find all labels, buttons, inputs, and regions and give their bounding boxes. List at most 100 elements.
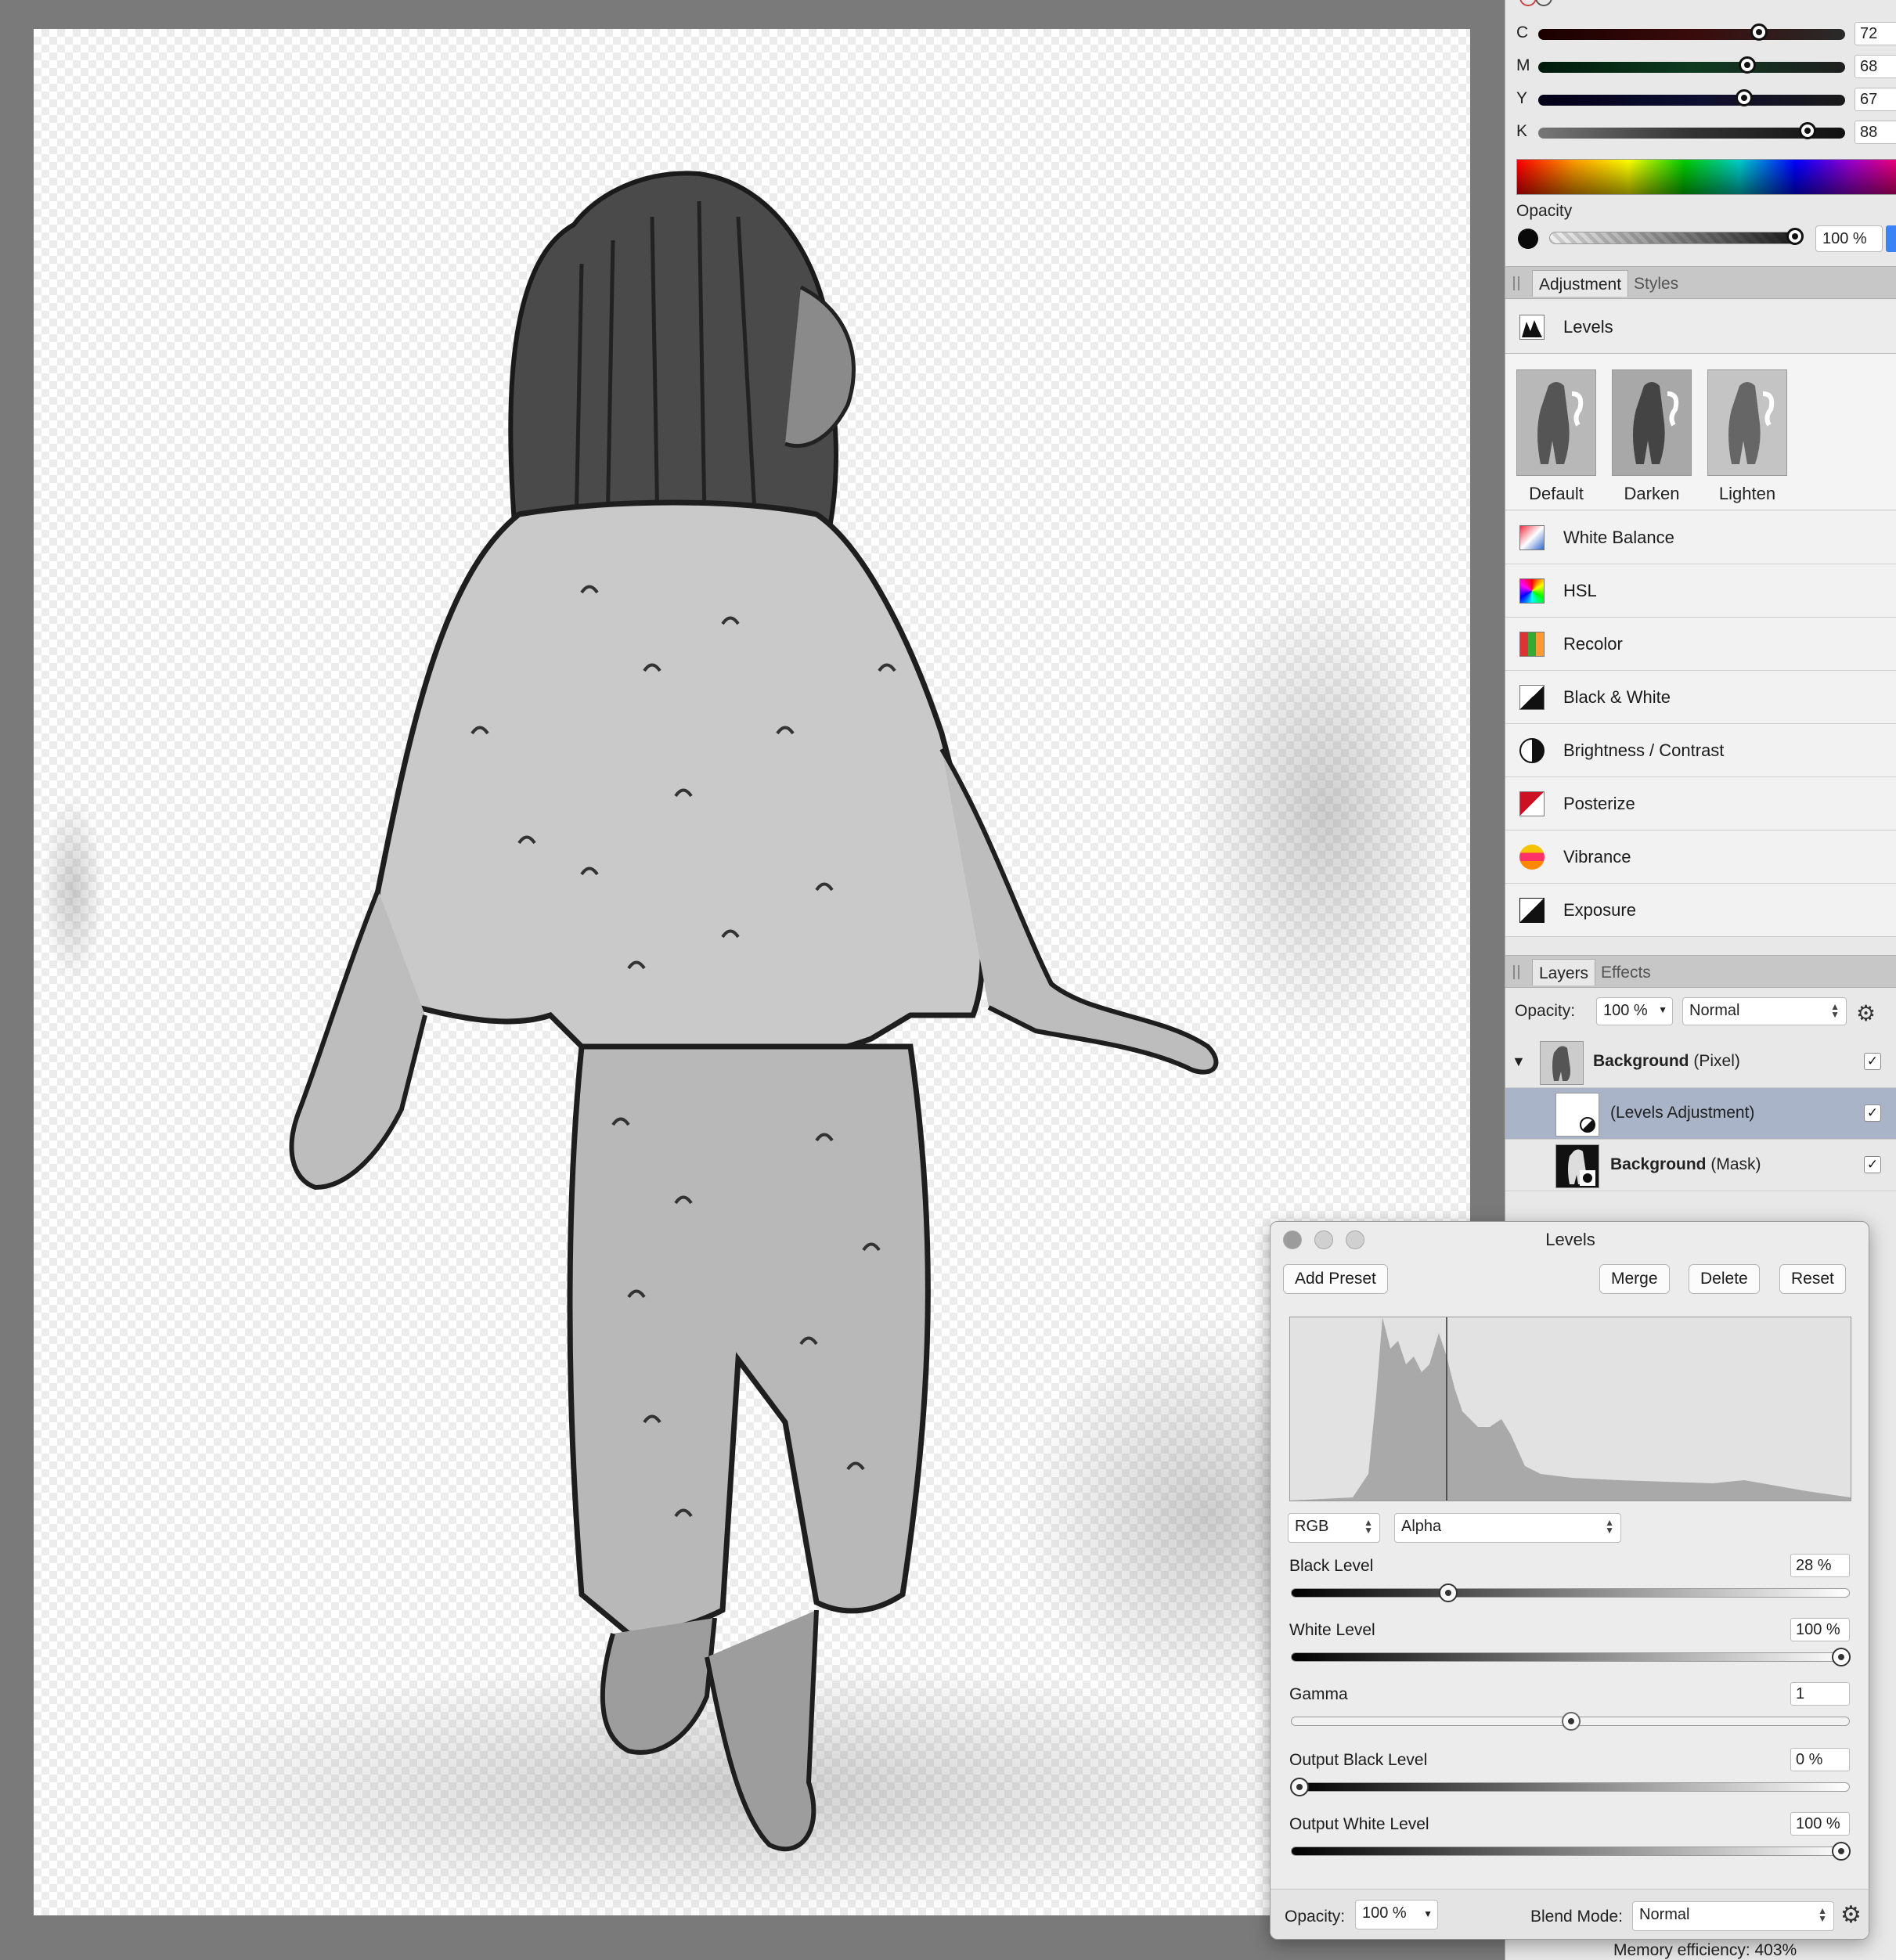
channel-value: RGB bbox=[1295, 1518, 1329, 1535]
slider-knob[interactable] bbox=[1786, 228, 1804, 245]
adjustment-posterize[interactable]: Posterize bbox=[1505, 777, 1896, 830]
channel-y-value[interactable]: 67 bbox=[1855, 88, 1896, 111]
blend-mode-label: Blend Mode: bbox=[1530, 1908, 1623, 1926]
white-level-slider[interactable] bbox=[1291, 1648, 1851, 1666]
black-level-slider[interactable] bbox=[1291, 1583, 1850, 1602]
layers-tabbar: Layers Effects bbox=[1505, 955, 1896, 988]
stepper-arrows-icon: ▲ ▼ bbox=[1818, 1905, 1827, 1924]
white-level-label: White Level bbox=[1289, 1621, 1375, 1639]
channel-y-slider[interactable] bbox=[1538, 89, 1845, 106]
layers-blend-mode-select[interactable]: Normal ▲ ▼ bbox=[1682, 997, 1847, 1025]
adjustment-hsl[interactable]: HSL bbox=[1505, 564, 1896, 618]
mode-select[interactable]: Alpha ▲ ▼ bbox=[1394, 1513, 1621, 1543]
output-black-level-label: Output Black Level bbox=[1289, 1751, 1428, 1769]
gear-icon[interactable]: ⚙ bbox=[1856, 1000, 1876, 1026]
dialog-opacity-field[interactable]: 100 % ▼ bbox=[1355, 1900, 1438, 1929]
merge-button[interactable]: Merge bbox=[1599, 1264, 1670, 1294]
dialog-blend-mode-select[interactable]: Normal ▲ ▼ bbox=[1632, 1901, 1834, 1931]
slider-knob[interactable] bbox=[1439, 1583, 1458, 1602]
gear-icon[interactable]: ⚙ bbox=[1840, 1901, 1862, 1929]
output-black-level-slider[interactable] bbox=[1290, 1778, 1850, 1796]
slider-knob[interactable] bbox=[1832, 1648, 1851, 1666]
channel-c-slider[interactable] bbox=[1538, 23, 1845, 41]
stepper-arrows-icon: ▲ ▼ bbox=[1605, 1517, 1614, 1536]
levels-dialog: Levels Add Preset Merge Delete Reset RGB… bbox=[1270, 1221, 1869, 1940]
tab-adjustment[interactable]: Adjustment bbox=[1532, 270, 1629, 297]
output-white-level-slider[interactable] bbox=[1291, 1842, 1851, 1861]
sketch-artwork bbox=[41, 171, 1466, 1915]
tab-layers[interactable]: Layers bbox=[1532, 959, 1596, 985]
layer-visibility-checkbox[interactable]: ✓ bbox=[1864, 1104, 1881, 1122]
color-spectrum[interactable] bbox=[1516, 159, 1896, 195]
preset-label-darken: Darken bbox=[1624, 484, 1680, 503]
tab-styles[interactable]: Styles bbox=[1627, 270, 1685, 297]
output-black-level-field[interactable]: 0 % bbox=[1790, 1748, 1850, 1771]
layer-type: (Pixel) bbox=[1693, 1052, 1740, 1070]
adjustment-black-white[interactable]: Black & White bbox=[1505, 671, 1896, 724]
channel-select[interactable]: RGB ▲ ▼ bbox=[1288, 1513, 1380, 1543]
expand-triangle-icon[interactable]: ▼ bbox=[1512, 1054, 1526, 1070]
gamma-slider[interactable] bbox=[1291, 1712, 1850, 1731]
channel-k-slider[interactable] bbox=[1538, 122, 1845, 139]
tab-effects[interactable]: Effects bbox=[1595, 959, 1657, 985]
layer-row-background-pixel[interactable]: ▼ Background (Pixel) ✓ bbox=[1505, 1036, 1896, 1088]
dropdown-arrow-icon: ▼ bbox=[1423, 1908, 1433, 1919]
mode-value: Alpha bbox=[1401, 1518, 1442, 1535]
adjustment-brightness-contrast[interactable]: Brightness / Contrast bbox=[1505, 724, 1896, 777]
histogram bbox=[1289, 1317, 1851, 1501]
adjustment-label: White Balance bbox=[1563, 528, 1674, 547]
layer-visibility-checkbox[interactable]: ✓ bbox=[1864, 1156, 1881, 1173]
layers-opacity-field[interactable]: 100 % ▼ bbox=[1596, 997, 1673, 1025]
exposure-icon bbox=[1519, 898, 1545, 923]
layer-row-background-mask[interactable]: Background (Mask) ✓ bbox=[1505, 1140, 1896, 1191]
adjustment-recolor[interactable]: Recolor bbox=[1505, 618, 1896, 671]
brightness-contrast-icon bbox=[1519, 738, 1545, 763]
gamma-label: Gamma bbox=[1289, 1685, 1348, 1703]
channel-m-value[interactable]: 68 bbox=[1855, 55, 1896, 78]
layer-name: Background (Mask) bbox=[1610, 1155, 1761, 1174]
channel-c-value[interactable]: 72 bbox=[1855, 22, 1896, 45]
slider-knob[interactable] bbox=[1832, 1842, 1851, 1861]
dialog-blend-mode-value: Normal bbox=[1639, 1906, 1690, 1923]
adjustment-white-balance[interactable]: White Balance bbox=[1505, 511, 1896, 564]
reset-button[interactable]: Reset bbox=[1779, 1264, 1846, 1294]
adjustment-exposure[interactable]: Exposure bbox=[1505, 884, 1896, 937]
layer-row-levels-adjustment[interactable]: (Levels Adjustment) ✓ bbox=[1505, 1088, 1896, 1140]
slider-knob[interactable] bbox=[1739, 56, 1756, 74]
preset-thumbnail-lighten[interactable] bbox=[1707, 369, 1787, 476]
panel-grip-icon[interactable] bbox=[1513, 276, 1519, 290]
posterize-icon bbox=[1519, 791, 1545, 816]
document-canvas[interactable] bbox=[34, 29, 1470, 1915]
channel-k-value[interactable]: 88 bbox=[1855, 121, 1896, 144]
slider-knob[interactable] bbox=[1750, 23, 1768, 41]
current-color-swatch[interactable] bbox=[1518, 229, 1538, 249]
color-opacity-field[interactable]: 100 % bbox=[1815, 225, 1883, 252]
preset-thumbnail-default[interactable] bbox=[1516, 369, 1596, 476]
channel-m-slider[interactable] bbox=[1538, 56, 1845, 74]
layer-title: Background bbox=[1610, 1155, 1707, 1173]
layer-type: (Levels Adjustment) bbox=[1610, 1104, 1755, 1122]
layer-type: (Mask) bbox=[1710, 1155, 1761, 1173]
layer-visibility-checkbox[interactable]: ✓ bbox=[1864, 1053, 1881, 1070]
adjustment-levels-row[interactable]: Levels bbox=[1505, 301, 1896, 354]
adjustment-label: HSL bbox=[1563, 581, 1597, 600]
preset-thumbnail-darken[interactable] bbox=[1612, 369, 1692, 476]
delete-button[interactable]: Delete bbox=[1689, 1264, 1760, 1294]
gamma-field[interactable]: 1 bbox=[1790, 1682, 1850, 1706]
blend-mode-value: Normal bbox=[1689, 1002, 1740, 1019]
slider-knob[interactable] bbox=[1562, 1712, 1581, 1731]
add-preset-button[interactable]: Add Preset bbox=[1283, 1264, 1388, 1294]
color-opacity-slider[interactable] bbox=[1549, 228, 1804, 245]
white-level-field[interactable]: 100 % bbox=[1790, 1618, 1850, 1641]
channel-label: M bbox=[1516, 56, 1530, 74]
panel-grip-icon[interactable] bbox=[1513, 965, 1519, 979]
slider-knob[interactable] bbox=[1736, 89, 1753, 106]
adjustment-vibrance[interactable]: Vibrance bbox=[1505, 830, 1896, 884]
slider-knob[interactable] bbox=[1799, 122, 1816, 139]
black-level-field[interactable]: 28 % bbox=[1790, 1554, 1850, 1577]
adjustment-label: Black & White bbox=[1563, 687, 1671, 707]
slider-knob[interactable] bbox=[1290, 1778, 1309, 1796]
opacity-dropdown-button[interactable] bbox=[1886, 225, 1896, 252]
adjustment-layer-icon bbox=[1580, 1117, 1595, 1133]
output-white-level-field[interactable]: 100 % bbox=[1790, 1812, 1850, 1836]
